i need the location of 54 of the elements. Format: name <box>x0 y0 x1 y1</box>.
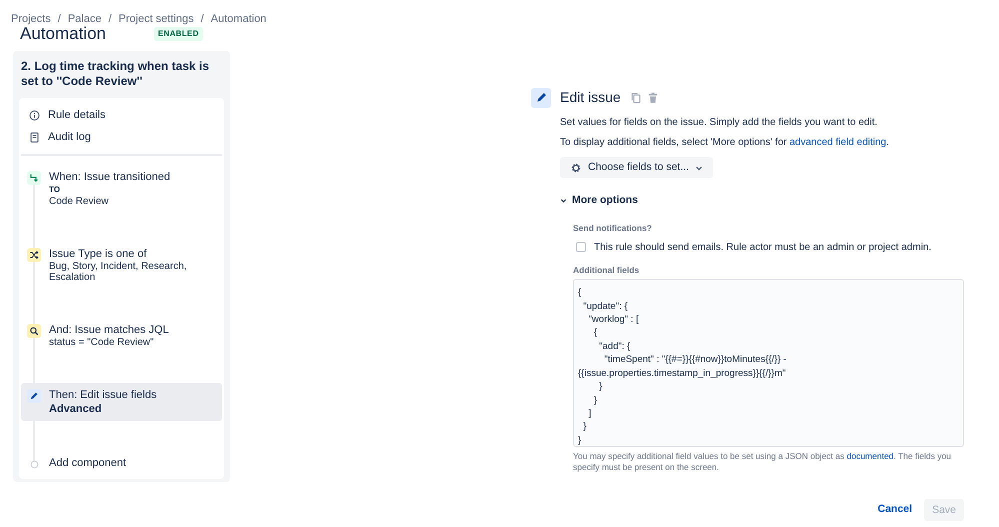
link[interactable]: documented <box>846 451 894 462</box>
step-title: Then: Edit issue fields <box>49 388 157 402</box>
breadcrumb-link[interactable]: Projects <box>11 11 51 24</box>
copy-icon[interactable] <box>630 92 642 104</box>
rule-step[interactable]: Then: Edit issue fields Advanced <box>21 383 222 422</box>
rule-title: 2. Log time tracking when task is set to ''Code Review'' <box>20 59 210 90</box>
step-title: When: Issue transitioned <box>49 170 170 184</box>
step-detail: Code Review <box>49 196 110 208</box>
page-title: Automation <box>20 24 106 44</box>
breadcrumb-separator: / <box>108 12 112 24</box>
caret-icon <box>694 164 703 172</box>
checkbox-label: This rule should send emails. Rule actor must be an admin or project admin. <box>594 240 932 254</box>
pencil-icon <box>29 391 39 402</box>
section-title: Edit issue <box>560 88 621 107</box>
checkbox[interactable] <box>576 242 586 252</box>
breadcrumb-separator: / <box>58 12 61 24</box>
menu-item[interactable]: Rule details <box>21 104 222 126</box>
description-text: Set values for fields on the issue. Simply add the fields you want to edit. <box>560 116 878 129</box>
step-title: And: Issue matches JQL <box>49 323 169 338</box>
link[interactable]: advanced field editing <box>790 137 886 148</box>
info-icon <box>29 110 40 121</box>
field-label: Additional fields <box>573 264 640 276</box>
step-title: Issue Type is one of <box>49 247 148 262</box>
json-input-field[interactable]: { "update": { "worklog" : [ { "add": { "timeSpent" : "{{#=}}{{#now}}toMinutes{{/}} - {{issue.properties.timestamp_in_progress}}{{/}}m" } } ] } } <box>573 279 964 448</box>
chevron-icon <box>560 197 567 204</box>
status-badge: ENABLED <box>154 27 203 42</box>
search-icon <box>29 326 39 336</box>
more-options-toggle[interactable]: More options <box>560 193 638 209</box>
step-detail: status = "Code Review" <box>49 337 155 348</box>
rule-step[interactable]: When: Issue transitioned TO Code Review <box>21 165 222 212</box>
help-text: You may specify additional field values to be set using a JSON object as documented. The fields you specify must be present on the screen. <box>573 451 952 474</box>
rule-step[interactable]: Add component <box>21 451 222 476</box>
menu-item[interactable]: Audit log <box>21 126 222 148</box>
step-tag: TO <box>49 184 170 196</box>
rule-step[interactable]: Issue Type is one of Bug, Story, Incident, Research, Escalation <box>21 242 222 288</box>
breadcrumb-link[interactable]: Project settings <box>118 11 194 24</box>
info-text: To display additional fields, select 'More options' for advanced field editing. <box>560 136 890 149</box>
document-icon <box>29 132 40 143</box>
step-title: Add component <box>49 456 126 470</box>
transition-icon <box>29 173 39 184</box>
breadcrumb-separator: / <box>200 12 204 24</box>
rule-step[interactable]: And: Issue matches JQL status = "Code Review" <box>21 318 222 354</box>
choose-fields-dropdown[interactable]: Choose fields to set... <box>560 157 713 178</box>
gear-icon <box>570 162 582 174</box>
field-label: Send notifications? <box>573 222 653 234</box>
trash-icon[interactable] <box>646 92 659 104</box>
pencil-icon <box>534 91 548 104</box>
empty-circle-icon <box>30 460 38 469</box>
cancel-button[interactable]: Cancel <box>870 498 920 522</box>
breadcrumb-link[interactable]: Automation <box>210 11 266 24</box>
breadcrumb-link[interactable]: Palace <box>68 11 102 24</box>
step-detail: Bug, Story, Incident, Research, Escalation <box>49 261 188 284</box>
step-detail: Advanced <box>49 402 103 416</box>
shuffle-icon <box>29 250 39 260</box>
